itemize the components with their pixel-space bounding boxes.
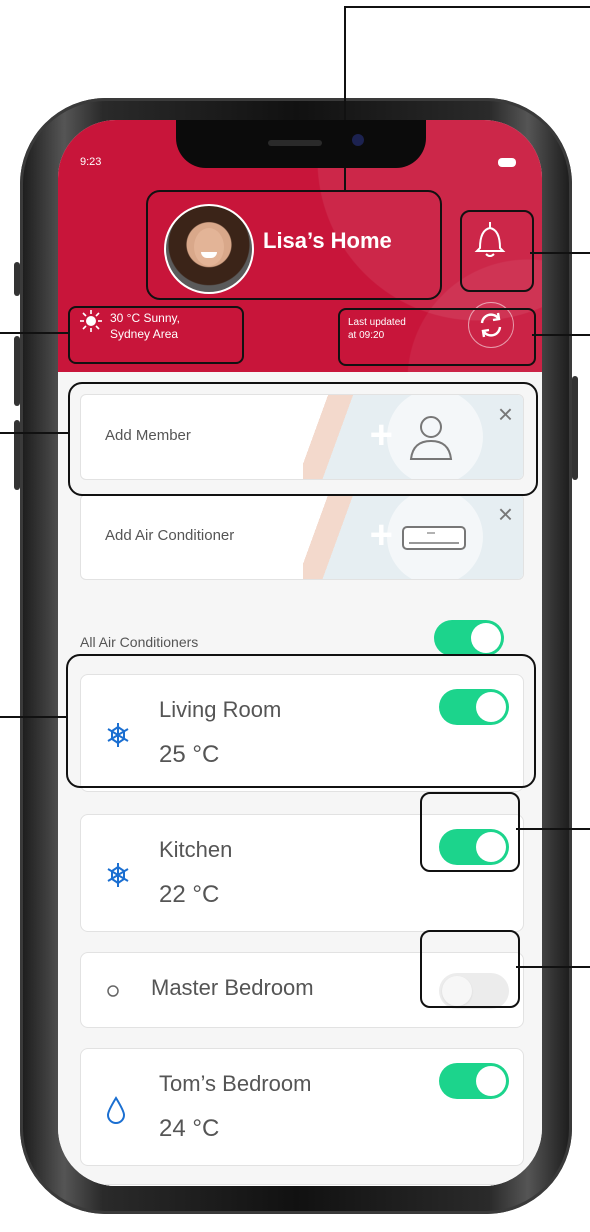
- annotation-line: [0, 332, 68, 334]
- annotation-box-toggle-off: [420, 930, 520, 1008]
- battery-icon: [498, 158, 516, 167]
- speaker: [268, 140, 322, 146]
- camera: [352, 134, 364, 146]
- toggle-knob: [476, 1066, 506, 1096]
- room-name: Tom’s Bedroom: [159, 1071, 312, 1096]
- droplet-icon: [106, 1096, 126, 1124]
- room-temp: 22 °C: [159, 881, 220, 908]
- annotation-line: [516, 828, 590, 830]
- annotation-box-bell: [460, 210, 534, 292]
- room-temp: 24 °C: [159, 1115, 220, 1142]
- mute-switch: [14, 262, 20, 296]
- room-card-partial[interactable]: [80, 1184, 524, 1186]
- all-ac-toggle[interactable]: [434, 620, 504, 656]
- room-card-toms-bedroom[interactable]: Tom’s Bedroom 24 °C: [80, 1048, 524, 1166]
- plus-icon: +: [369, 513, 393, 557]
- annotation-line: [344, 6, 590, 8]
- annotation-line: [530, 252, 590, 254]
- annotation-box-updated: [338, 308, 536, 366]
- circle-icon: [107, 985, 119, 997]
- room-name: Kitchen: [159, 837, 233, 862]
- annotation-box-room: [66, 654, 536, 788]
- all-ac-label: All Air Conditioners: [80, 634, 199, 650]
- annotation-box-toggle-on: [420, 792, 520, 872]
- add-ac-label: Add Air Conditioner: [105, 527, 235, 544]
- room-toggle[interactable]: [439, 1063, 509, 1099]
- status-time: 9:23: [80, 156, 102, 168]
- power-button: [572, 376, 578, 480]
- volume-down-button: [14, 420, 20, 490]
- annotation-line: [532, 334, 590, 336]
- add-ac-card[interactable]: Add Air Conditioner + ×: [80, 494, 524, 580]
- annotation-box-home: [146, 190, 442, 300]
- notch: [176, 120, 426, 168]
- annotation-box-add-member: [68, 382, 538, 496]
- snowflake-icon: [107, 863, 129, 887]
- annotation-line: [0, 432, 68, 434]
- annotation-line: [0, 716, 66, 718]
- annotation-box-weather: [68, 306, 244, 364]
- air-conditioner-icon: [402, 526, 466, 550]
- volume-up-button: [14, 336, 20, 406]
- toggle-knob: [471, 623, 501, 653]
- close-icon[interactable]: ×: [498, 501, 513, 527]
- room-name: Master Bedroom: [151, 975, 314, 1000]
- annotation-line: [516, 966, 590, 968]
